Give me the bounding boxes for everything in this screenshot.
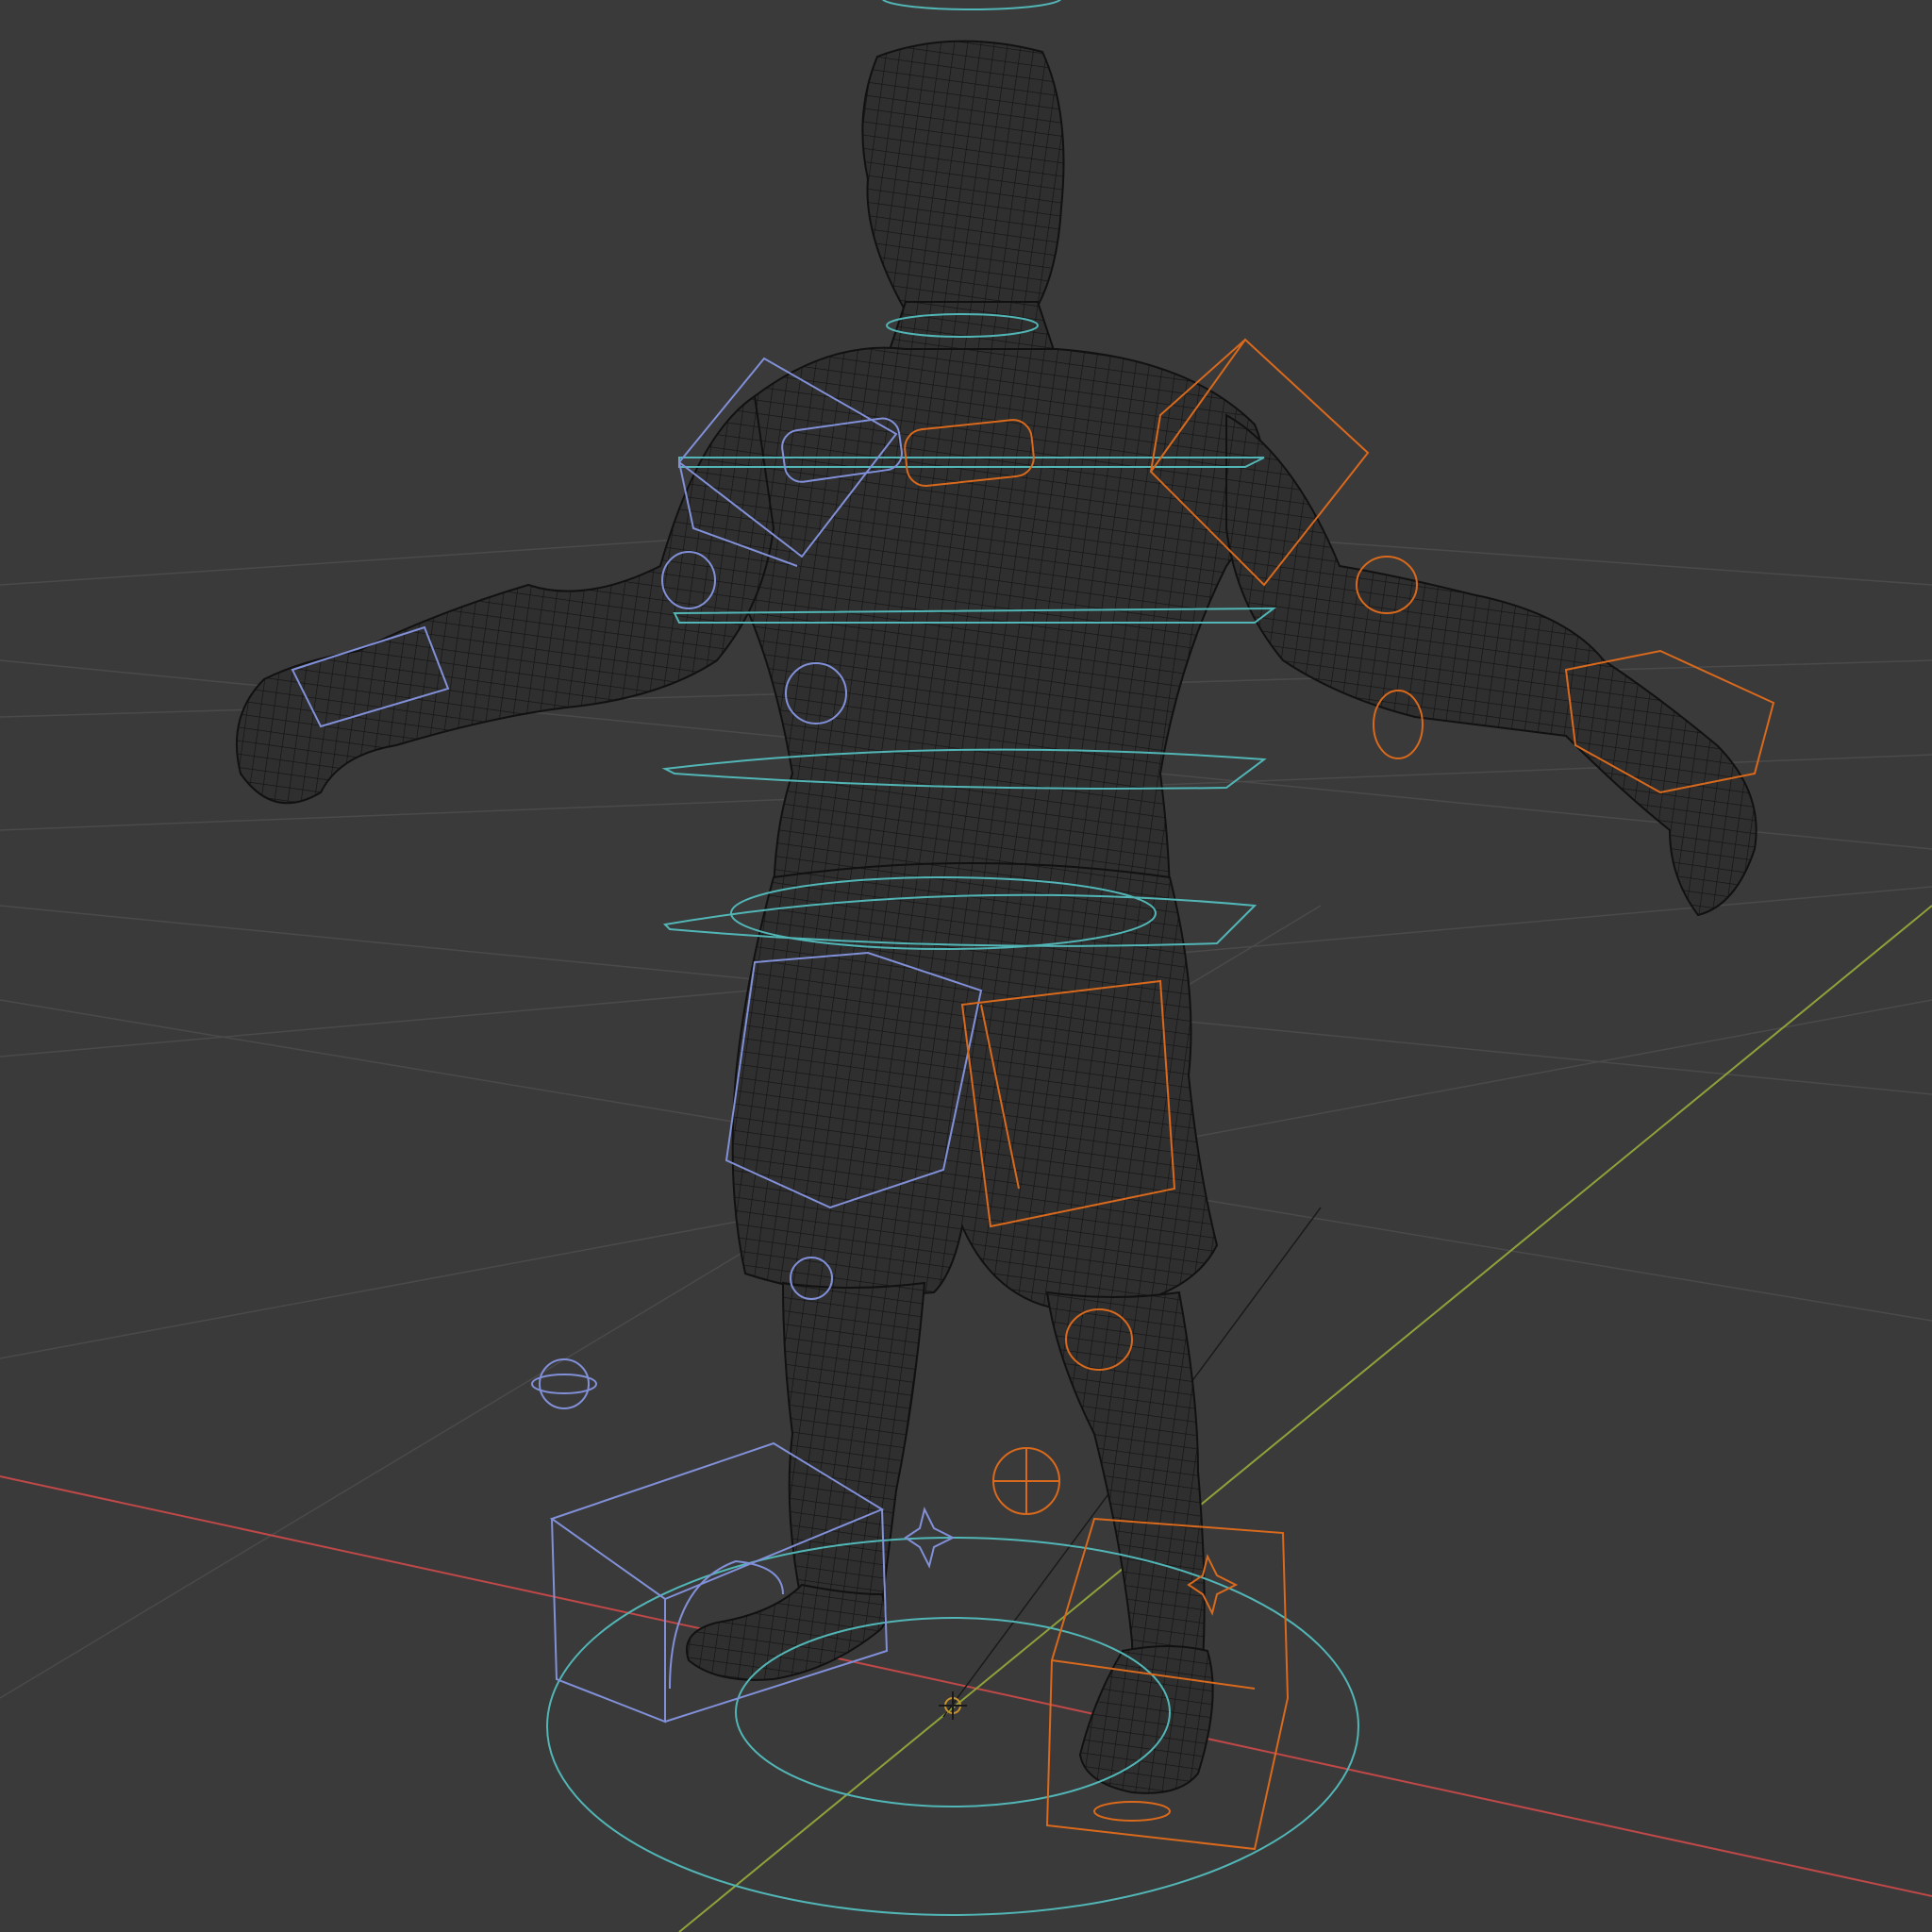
3d-viewport[interactable]: [0, 0, 1932, 1932]
left-knee-pole[interactable]: [539, 1358, 590, 1409]
viewport-canvas[interactable]: [0, 0, 1932, 1932]
root-control-outer[interactable]: [546, 1537, 1359, 1916]
character-mesh[interactable]: [235, 40, 1757, 1794]
left-knee-pole-ring: [531, 1374, 597, 1394]
head-top-control[interactable]: [881, 0, 1062, 10]
right-foot-roll[interactable]: [1093, 1801, 1171, 1822]
